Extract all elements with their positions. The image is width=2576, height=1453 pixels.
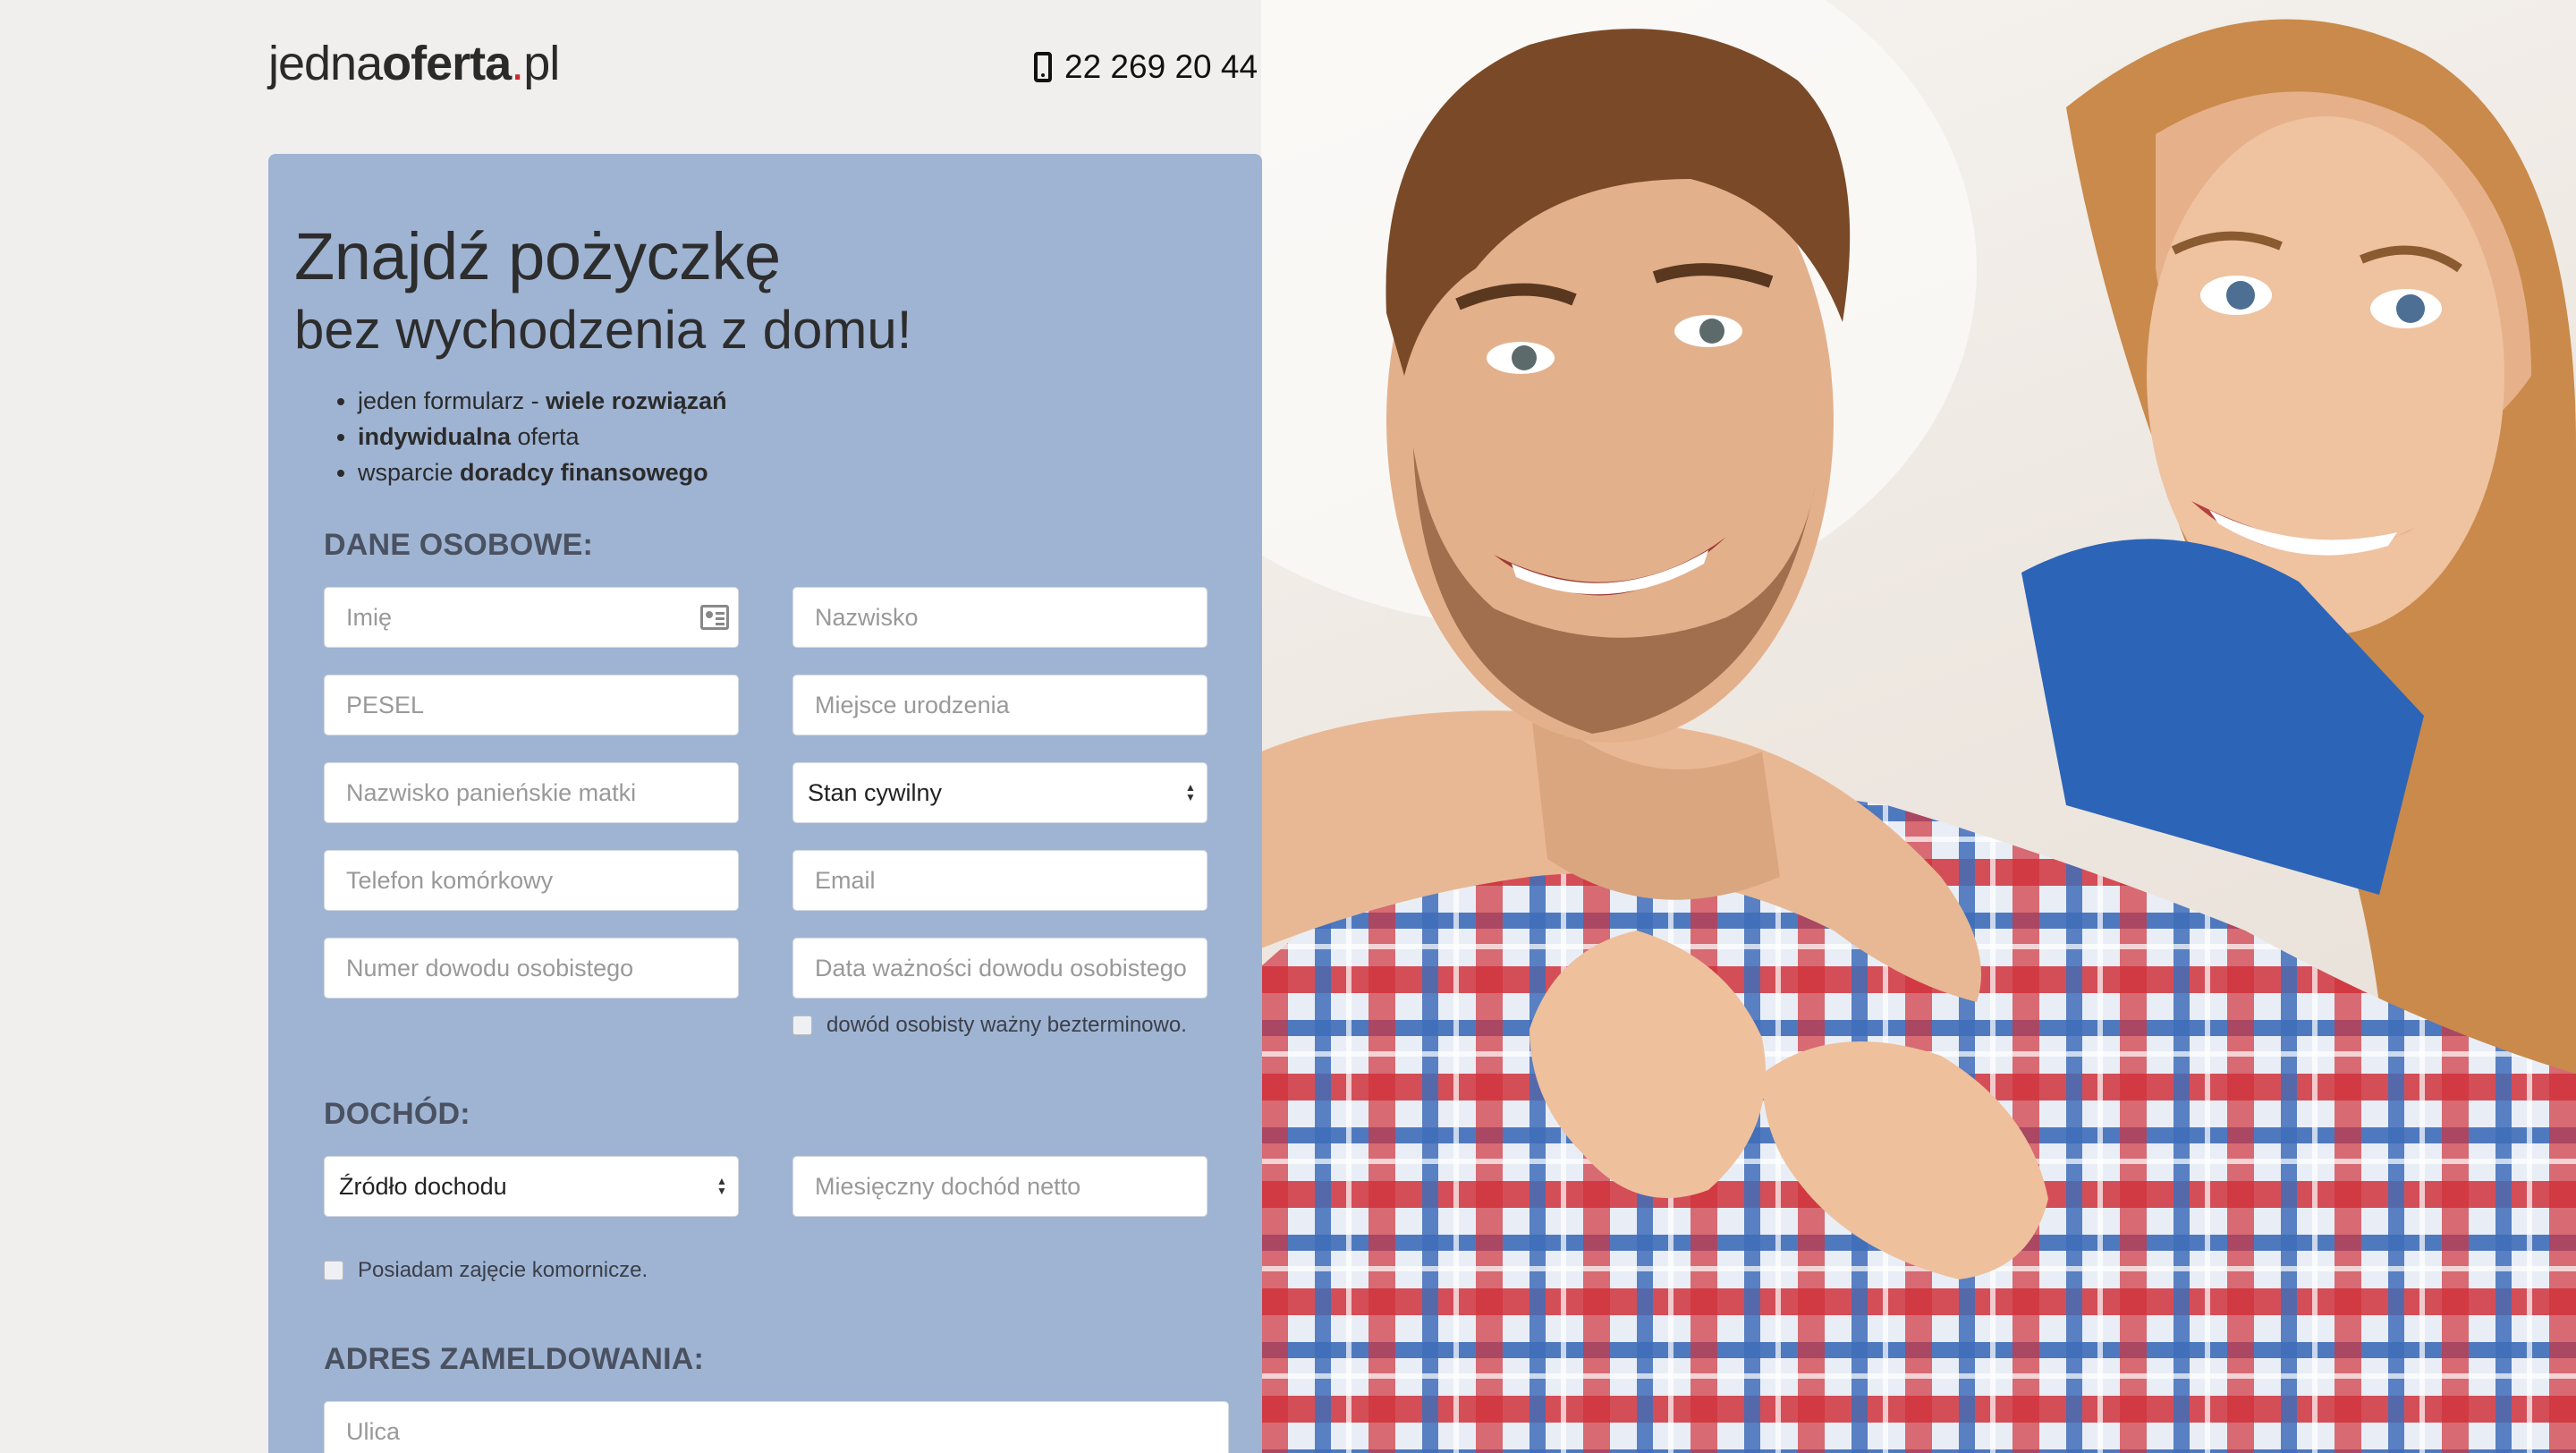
bailiff-checkbox-row[interactable]: Posiadam zajęcie komornicze. xyxy=(324,1258,648,1283)
bailiff-label: Posiadam zajęcie komornicze. xyxy=(358,1258,648,1282)
id-expiry-input[interactable]: Data ważności dowodu osobistego xyxy=(792,938,1208,998)
select-arrows-icon: ▲ ▼ xyxy=(1185,781,1196,803)
id-indefinite-label: dowód osobisty ważny bezterminowo. xyxy=(826,1013,1187,1037)
id-indefinite-checkbox[interactable] xyxy=(792,1015,812,1035)
site-logo[interactable]: jednaoferta.pl xyxy=(268,36,560,91)
street-input[interactable]: Ulica xyxy=(324,1401,1229,1453)
mobile-phone-placeholder: Telefon komórkowy xyxy=(346,867,554,894)
mobile-phone-input[interactable]: Telefon komórkowy xyxy=(324,850,739,911)
benefit-item: jeden formularz - wiele rozwiązań xyxy=(358,383,727,419)
id-number-placeholder: Numer dowodu osobistego xyxy=(346,955,634,981)
phone-contact[interactable]: 22 269 20 44 xyxy=(1034,48,1258,86)
last-name-placeholder: Nazwisko xyxy=(815,604,919,631)
loan-form-card: Znajdź pożyczkę bez wychodzenia z domu! … xyxy=(268,154,1262,1453)
phone-number: 22 269 20 44 xyxy=(1064,48,1258,85)
bailiff-checkbox[interactable] xyxy=(324,1261,343,1280)
first-name-placeholder: Imię xyxy=(346,604,393,631)
first-name-input[interactable]: Imię xyxy=(324,587,739,648)
email-placeholder: Email xyxy=(815,867,876,894)
street-placeholder: Ulica xyxy=(346,1418,401,1445)
benefit-item: indywidualna oferta xyxy=(358,419,727,455)
benefit-item: wsparcie doradcy finansowego xyxy=(358,455,727,490)
mobile-phone-icon xyxy=(1034,52,1052,82)
page-subtitle: bez wychodzenia z domu! xyxy=(294,300,912,360)
last-name-input[interactable]: Nazwisko xyxy=(792,587,1208,648)
logo-dot: . xyxy=(511,37,524,90)
section-income: DOCHÓD: xyxy=(324,1097,470,1131)
marital-status-select[interactable]: Stan cywilny ▲ ▼ xyxy=(792,762,1208,823)
logo-part2: oferta xyxy=(382,37,512,90)
page-title: Znajdź pożyczkę xyxy=(294,219,781,293)
mother-maiden-name-placeholder: Nazwisko panieńskie matki xyxy=(346,779,637,806)
hero-photo xyxy=(1261,0,2576,1453)
email-input[interactable]: Email xyxy=(792,850,1208,911)
birth-place-input[interactable]: Miejsce urodzenia xyxy=(792,675,1208,735)
select-arrows-icon: ▲ ▼ xyxy=(716,1175,727,1197)
mother-maiden-name-input[interactable]: Nazwisko panieńskie matki xyxy=(324,762,739,823)
pesel-input[interactable]: PESEL xyxy=(324,675,739,735)
logo-part1: jedna xyxy=(268,37,383,90)
section-personal-data: DANE OSOBOWE: xyxy=(324,528,594,562)
marital-status-value: Stan cywilny xyxy=(808,779,943,806)
id-indefinite-checkbox-row[interactable]: dowód osobisty ważny bezterminowo. xyxy=(792,1013,1187,1038)
couple-illustration xyxy=(1261,0,2576,1453)
monthly-income-placeholder: Miesięczny dochód netto xyxy=(815,1173,1081,1200)
logo-tld: pl xyxy=(523,37,560,90)
income-source-value: Źródło dochodu xyxy=(339,1173,507,1200)
section-registered-address: ADRES ZAMELDOWANIA: xyxy=(324,1342,704,1376)
birth-place-placeholder: Miejsce urodzenia xyxy=(815,692,1010,718)
id-expiry-placeholder: Data ważności dowodu osobistego xyxy=(815,955,1187,981)
monthly-income-input[interactable]: Miesięczny dochód netto xyxy=(792,1156,1208,1217)
pesel-placeholder: PESEL xyxy=(346,692,425,718)
id-number-input[interactable]: Numer dowodu osobistego xyxy=(324,938,739,998)
benefits-list: jeden formularz - wiele rozwiązań indywi… xyxy=(340,383,727,490)
income-source-select[interactable]: Źródło dochodu ▲ ▼ xyxy=(324,1156,739,1217)
contact-card-icon xyxy=(700,605,729,630)
